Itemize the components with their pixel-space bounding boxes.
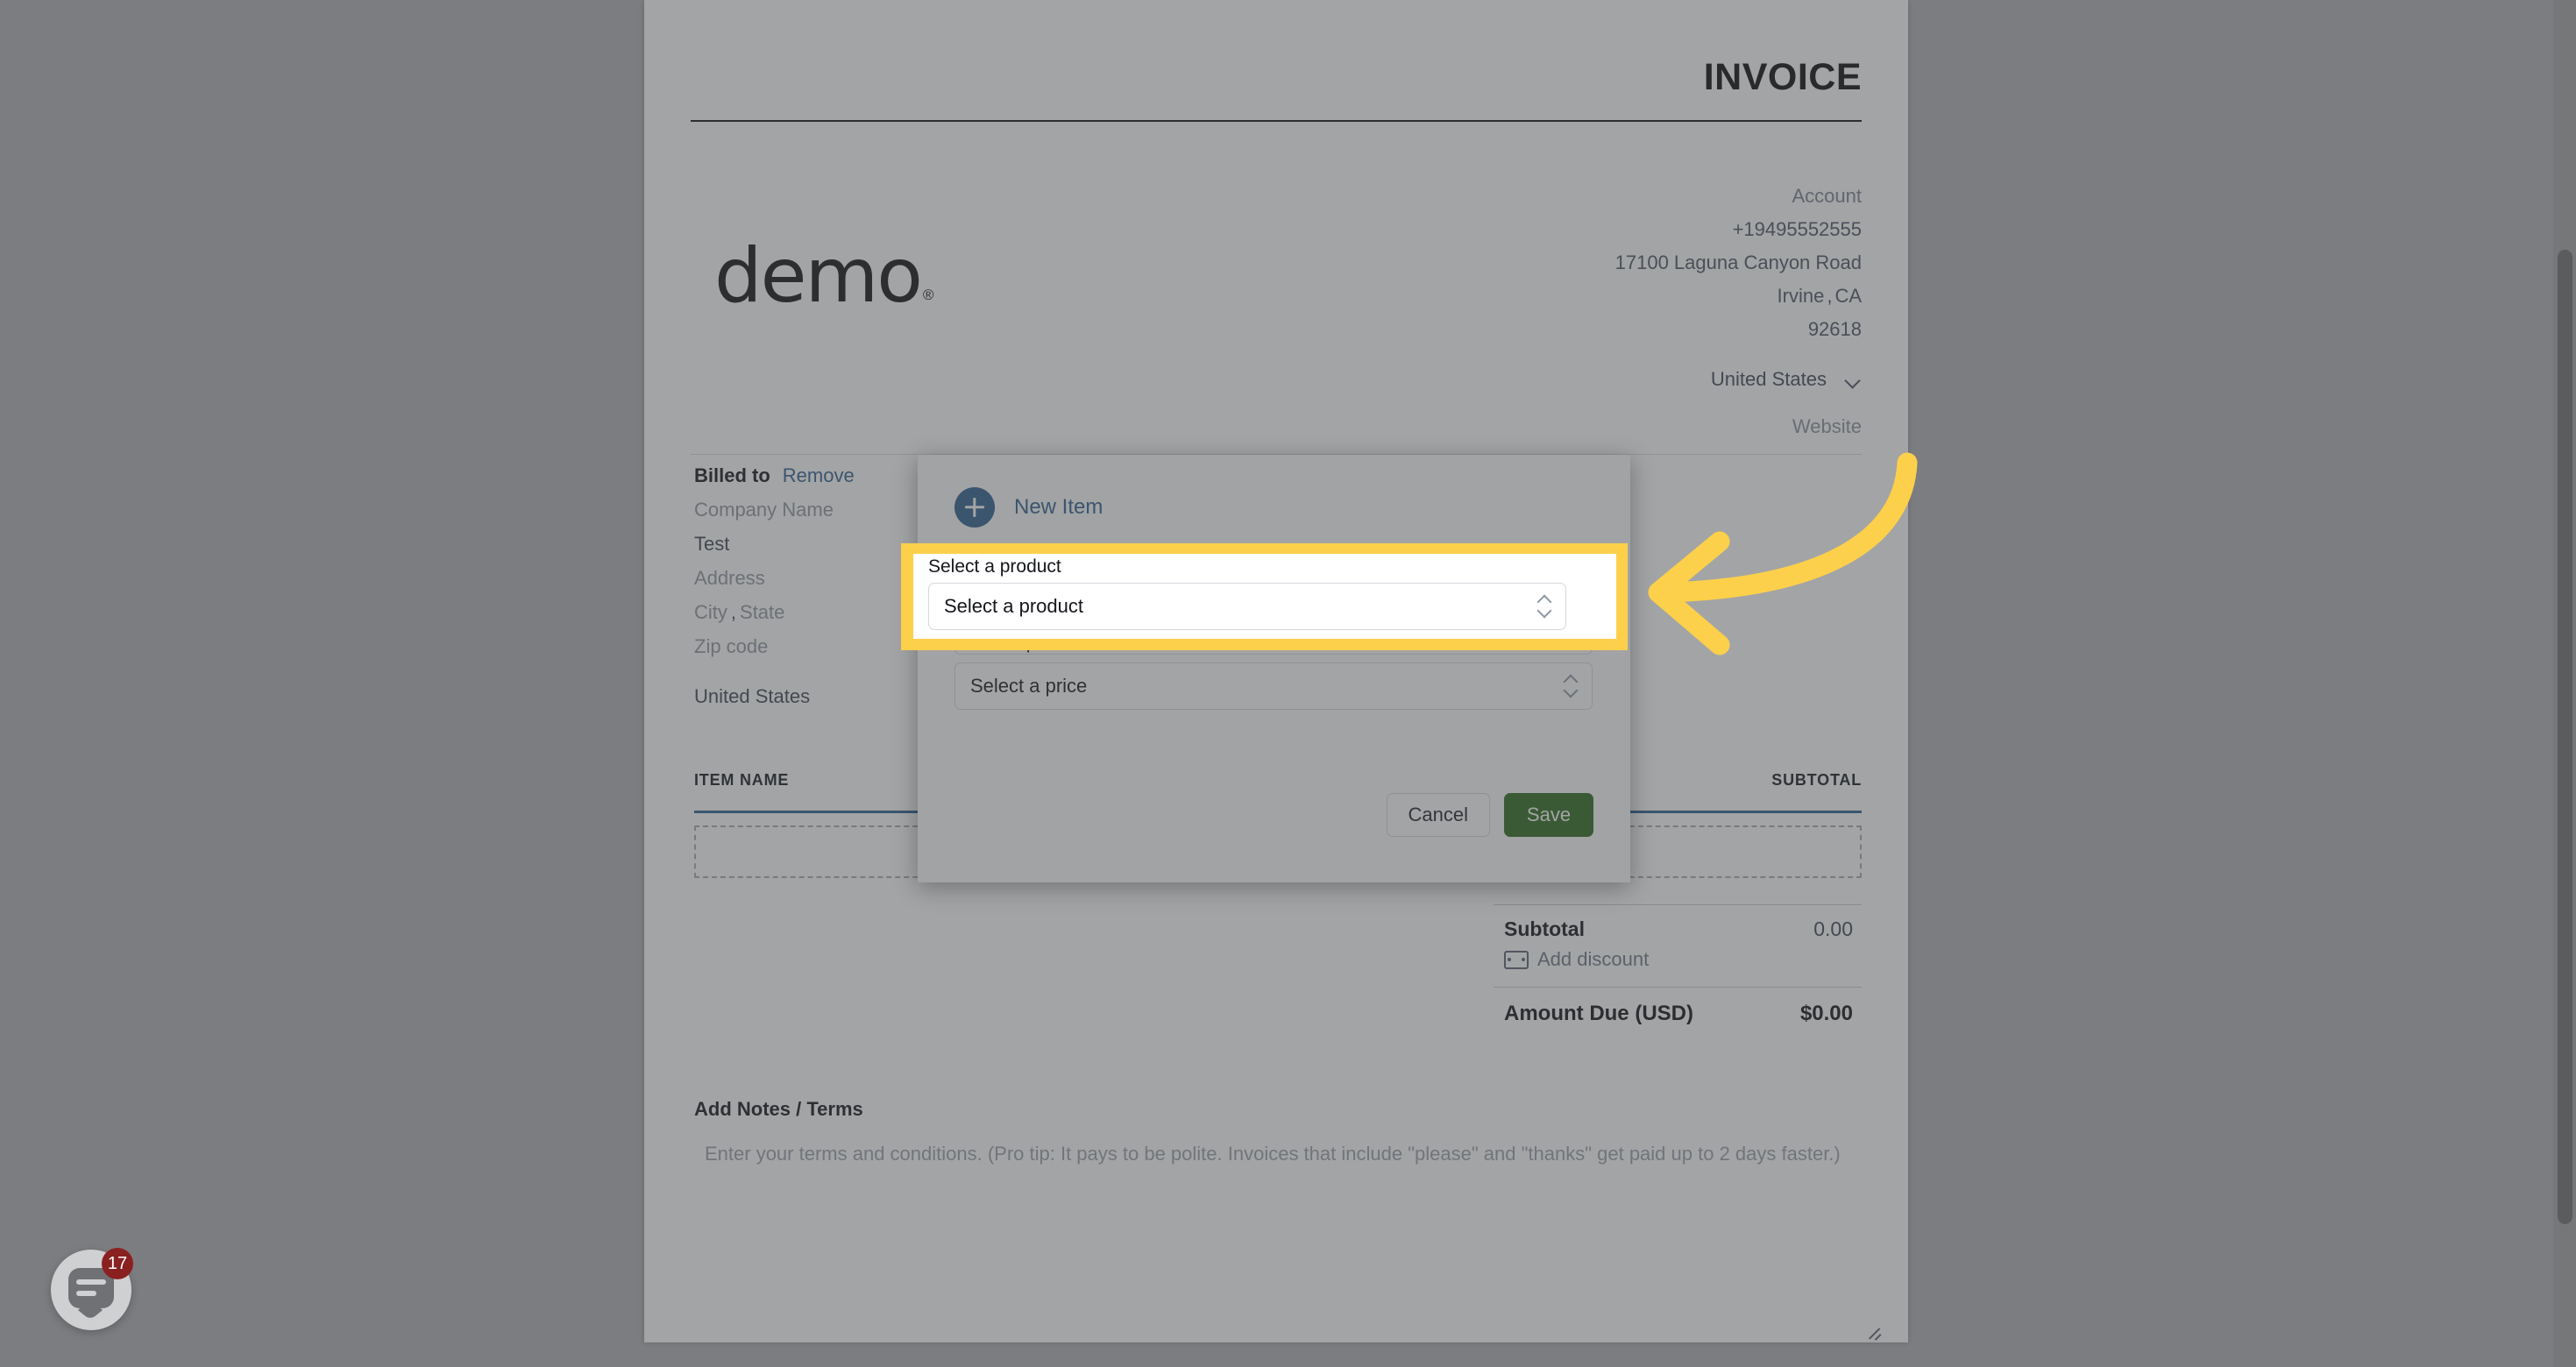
chevron-updown-icon <box>1563 674 1579 698</box>
new-item-modal: New Item Select a product Select a produ… <box>918 455 1630 882</box>
city-state-separator: , <box>1827 285 1833 307</box>
account-city: Irvine <box>1777 285 1825 307</box>
modal-action-bar: Cancel Save <box>1386 793 1593 837</box>
logo-text: demo <box>714 232 923 320</box>
notes-textarea[interactable]: Enter your terms and conditions. (Pro ti… <box>694 1130 1886 1343</box>
app-root: INVOICE demo ® Account +19495552555 1710… <box>0 0 2576 1367</box>
account-country-select[interactable]: United States <box>1711 368 1862 391</box>
account-state: CA <box>1834 285 1862 307</box>
account-details: Account +19495552555 17100 Laguna Canyon… <box>1615 180 1862 346</box>
highlighted-product-select[interactable]: Select a product <box>928 583 1566 630</box>
account-phone[interactable]: +19495552555 <box>1615 213 1862 246</box>
new-item-label: New Item <box>1014 495 1103 519</box>
chevron-down-icon <box>1846 375 1862 384</box>
subtotal-row: Subtotal 0.00 <box>1494 905 1862 943</box>
account-zip[interactable]: 92618 <box>1615 313 1862 346</box>
billed-city-state-separator: , <box>730 601 737 623</box>
new-item-header[interactable]: New Item <box>954 487 1103 528</box>
highlighted-product-label: Select a product <box>928 556 1061 577</box>
chat-unread-badge: 17 <box>102 1248 133 1279</box>
ticket-icon <box>1504 950 1529 969</box>
invoice-header-divider <box>691 120 1862 122</box>
account-street[interactable]: 17100 Laguna Canyon Road <box>1615 246 1862 280</box>
amount-due-value: $0.00 <box>1799 1002 1853 1025</box>
notes-placeholder: Enter your terms and conditions. (Pro ti… <box>705 1143 1841 1165</box>
account-city-state[interactable]: Irvine, CA <box>1615 280 1862 313</box>
invoice-title: INVOICE <box>1703 56 1862 98</box>
page-scrollbar-thumb[interactable] <box>2558 250 2572 1224</box>
add-discount-button[interactable]: Add discount <box>1494 943 1862 987</box>
chat-widget-button[interactable]: 17 <box>51 1248 133 1330</box>
plus-icon <box>954 487 995 528</box>
highlight-annotation-box: Select a product Select a product <box>901 543 1628 650</box>
cancel-button[interactable]: Cancel <box>1386 793 1490 837</box>
subtotal-value: 0.00 <box>1813 917 1853 940</box>
notes-title: Add Notes / Terms <box>694 1098 863 1120</box>
amount-due-row: Amount Due (USD) $0.00 <box>1494 988 1862 1026</box>
amount-due-label: Amount Due (USD) <box>1504 1002 1693 1025</box>
billed-to-title: Billed to <box>694 464 770 486</box>
item-name-dropzone[interactable] <box>694 825 953 878</box>
billed-state: State <box>740 601 785 623</box>
column-header-item-name: ITEM NAME <box>694 771 790 789</box>
account-country-value: United States <box>1710 368 1827 390</box>
billed-city: City <box>694 601 727 623</box>
price-select-value: Select a price <box>970 675 1088 697</box>
price-select[interactable]: Select a price <box>954 662 1593 710</box>
logo-registered-mark: ® <box>922 286 934 303</box>
highlighted-product-value: Select a product <box>944 595 1083 617</box>
subtotal-label: Subtotal <box>1504 917 1585 940</box>
billed-to-remove-link[interactable]: Remove <box>783 464 855 487</box>
save-button[interactable]: Save <box>1504 793 1593 837</box>
account-label[interactable]: Account <box>1615 180 1863 213</box>
company-logo: demo ® <box>714 232 934 320</box>
item-subtotal-dropzone[interactable] <box>1603 825 1862 878</box>
totals-section: Subtotal 0.00 Add discount Amount Due (U… <box>1494 904 1862 1026</box>
chevron-updown-icon <box>1536 594 1552 619</box>
resize-handle-icon[interactable] <box>1865 1322 1883 1341</box>
column-header-subtotal: SUBTOTAL <box>1771 771 1862 789</box>
add-discount-label: Add discount <box>1537 948 1650 970</box>
account-website-field[interactable]: Website <box>1792 415 1862 438</box>
